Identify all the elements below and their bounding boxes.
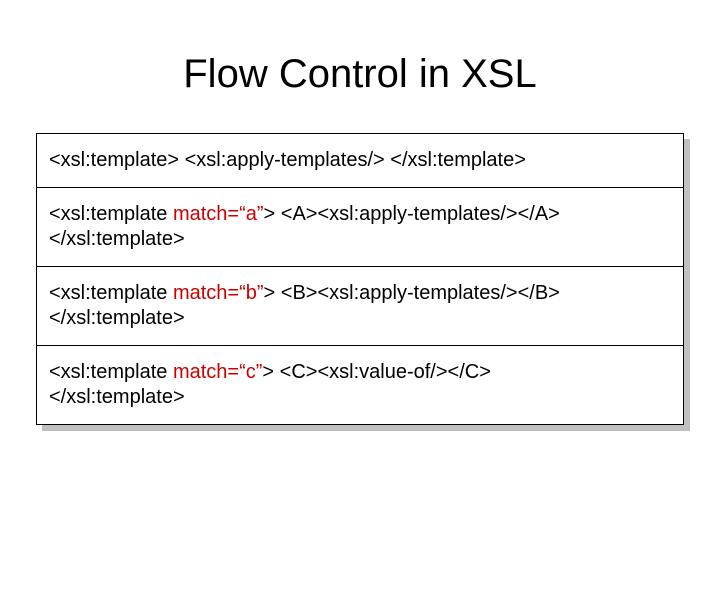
code-row: <xsl:template match=“a”> <A><xsl:apply-t… bbox=[37, 188, 683, 267]
code-text: <xsl:template> <xsl:apply-templates/> </… bbox=[49, 149, 526, 171]
code-attr: match=“b” bbox=[173, 282, 264, 304]
code-text-line2: </xsl:template> bbox=[49, 306, 671, 331]
code-attr: match=“c” bbox=[173, 361, 262, 383]
code-row: <xsl:template> <xsl:apply-templates/> </… bbox=[37, 134, 683, 188]
slide-title: Flow Control in XSL bbox=[0, 52, 720, 97]
code-row: <xsl:template match=“c”> <C><xsl:value-o… bbox=[37, 346, 683, 424]
code-box: <xsl:template> <xsl:apply-templates/> </… bbox=[36, 133, 684, 425]
code-text: <xsl:template bbox=[49, 203, 173, 225]
code-text: > <C><xsl:value-of/></C> bbox=[262, 361, 490, 383]
code-text: <xsl:template bbox=[49, 282, 173, 304]
code-text: > <B><xsl:apply-templates/></B> bbox=[264, 282, 560, 304]
code-text-line2: </xsl:template> bbox=[49, 227, 671, 252]
code-text: <xsl:template bbox=[49, 361, 173, 383]
code-text-line2: </xsl:template> bbox=[49, 385, 671, 410]
code-box-wrap: <xsl:template> <xsl:apply-templates/> </… bbox=[36, 133, 684, 425]
code-text: > <A><xsl:apply-templates/></A> bbox=[264, 203, 560, 225]
code-row: <xsl:template match=“b”> <B><xsl:apply-t… bbox=[37, 267, 683, 346]
code-attr: match=“a” bbox=[173, 203, 264, 225]
